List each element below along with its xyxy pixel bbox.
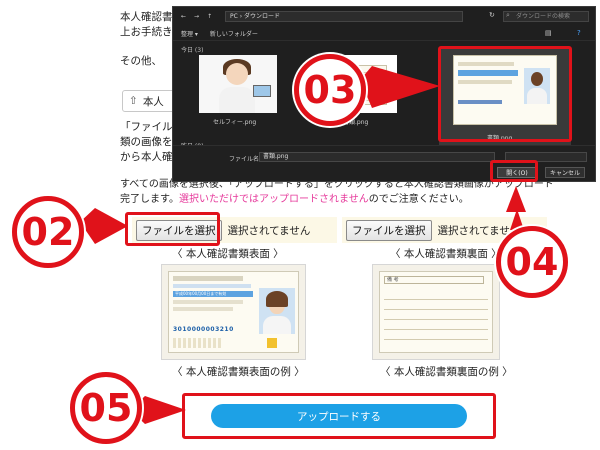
- arrow-02: [80, 208, 128, 244]
- step-badge-03: 03: [294, 54, 366, 126]
- arrow-03: [360, 66, 440, 108]
- step-badge-04: 04: [496, 226, 568, 298]
- arrow-04: [506, 186, 526, 230]
- step-badge-05: 05: [70, 372, 142, 444]
- step-badge-02: 02: [12, 196, 84, 268]
